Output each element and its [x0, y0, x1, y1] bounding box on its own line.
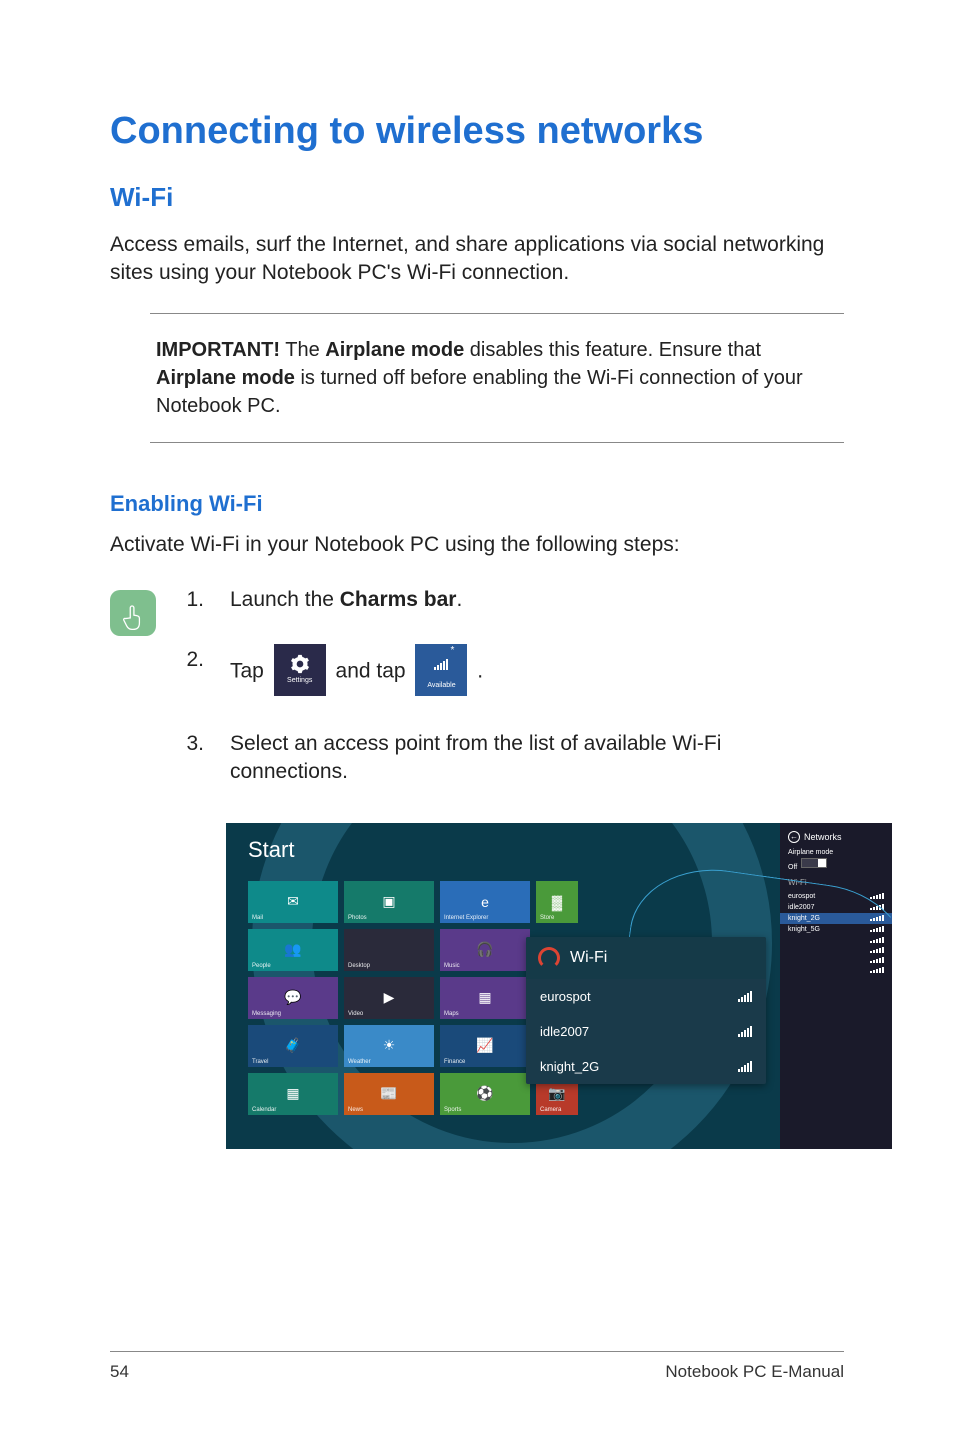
important-label: IMPORTANT!: [156, 339, 280, 361]
important-callout: IMPORTANT! The Airplane mode disables th…: [150, 313, 844, 443]
tile-mail[interactable]: ✉Mail: [248, 881, 338, 923]
tile-people[interactable]: 👥People: [248, 929, 338, 971]
page-footer: 54 Notebook PC E-Manual: [110, 1351, 844, 1382]
start-label: Start: [248, 837, 294, 863]
tile-news[interactable]: 📰News: [344, 1073, 434, 1115]
important-part2: disables this feature. Ensure that: [464, 339, 761, 361]
step-1-part-c: .: [456, 588, 462, 611]
wifi-popup-callout: Wi-Fi eurospotidle2007knight_2G: [526, 937, 796, 1084]
tile-weather[interactable]: ☀Weather: [344, 1025, 434, 1067]
tile-maps[interactable]: ▦Maps: [440, 977, 530, 1019]
tile-video[interactable]: ▶Video: [344, 977, 434, 1019]
network-ap-eurospot[interactable]: eurospot: [788, 891, 884, 902]
wifi-popup: Wi-Fi eurospotidle2007knight_2G: [526, 937, 766, 1084]
wifi-popup-title: Wi-Fi: [570, 949, 607, 967]
available-networks-tile[interactable]: Available: [415, 644, 467, 696]
step-1-part-a: Launch the: [230, 588, 340, 611]
intro-paragraph: Access emails, surf the Internet, and sh…: [110, 231, 844, 288]
step-3-text: Select an access point from the list of …: [230, 730, 844, 787]
tile-travel[interactable]: 🧳Travel: [248, 1025, 338, 1067]
important-part1: The: [280, 339, 325, 361]
step-1-number: 1.: [184, 586, 204, 614]
settings-charm-tile[interactable]: Settings: [274, 644, 326, 696]
step-2: 2. Tap Settings and tap Available .: [184, 646, 844, 698]
networks-header: ← Networks: [788, 831, 884, 843]
available-label: Available: [427, 681, 455, 690]
network-ap-item-7[interactable]: [788, 965, 884, 975]
tile-internet-explorer[interactable]: eInternet Explorer: [440, 881, 530, 923]
tile-store[interactable]: ▓Store: [536, 881, 578, 923]
popup-ap-knight_2G[interactable]: knight_2G: [526, 1049, 766, 1084]
wifi-popup-header: Wi-Fi: [526, 937, 766, 979]
headphone-icon: [538, 947, 560, 969]
tile-music[interactable]: 🎧Music: [440, 929, 530, 971]
network-ap-knight_2G[interactable]: knight_2G: [780, 913, 892, 924]
networks-title: Networks: [804, 832, 842, 842]
footer-title: Notebook PC E-Manual: [665, 1362, 844, 1382]
networks-panel[interactable]: ← Networks Airplane mode Off Wi-Fi euros…: [780, 823, 892, 1149]
step-3-number: 3.: [184, 730, 204, 758]
step-2-part-b: and tap: [336, 660, 412, 683]
touch-input-icon: [110, 590, 156, 636]
step-3: 3. Select an access point from the list …: [184, 730, 844, 787]
important-bold1: Airplane mode: [325, 339, 464, 361]
network-ap-idle2007[interactable]: idle2007: [788, 902, 884, 913]
airplane-mode-toggle[interactable]: [801, 858, 827, 868]
network-ap-knight_5G[interactable]: knight_5G: [788, 924, 884, 935]
step-2-number: 2.: [184, 646, 204, 674]
back-icon[interactable]: ←: [788, 831, 800, 843]
tile-finance[interactable]: 📈Finance: [440, 1025, 530, 1067]
important-bold2: Airplane mode: [156, 367, 295, 389]
signal-star-icon: [434, 650, 448, 678]
tile-calendar[interactable]: ▦Calendar: [248, 1073, 338, 1115]
page-title: Connecting to wireless networks: [110, 110, 844, 154]
section-heading: Wi-Fi: [110, 182, 844, 213]
wifi-section-label: Wi-Fi: [788, 878, 884, 887]
step-1: 1. Launch the Charms bar.: [184, 586, 844, 614]
network-ap-item-4[interactable]: [788, 935, 884, 945]
gear-icon: [290, 654, 310, 674]
tile-messaging[interactable]: 💬Messaging: [248, 977, 338, 1019]
step-2-part-c: .: [477, 660, 483, 683]
subsection-heading: Enabling Wi-Fi: [110, 491, 844, 517]
tile-desktop[interactable]: Desktop: [344, 929, 434, 971]
network-ap-item-6[interactable]: [788, 955, 884, 965]
important-text: IMPORTANT! The Airplane mode disables th…: [150, 336, 844, 420]
airplane-mode-label: Airplane mode: [788, 849, 884, 856]
wifi-screenshot: Start ✉Mail▣PhotoseInternet Explorer▓Sto…: [226, 823, 892, 1149]
tile-photos[interactable]: ▣Photos: [344, 881, 434, 923]
page-number: 54: [110, 1362, 129, 1382]
popup-ap-eurospot[interactable]: eurospot: [526, 979, 766, 1014]
step-1-bold: Charms bar: [340, 588, 457, 611]
popup-ap-idle2007[interactable]: idle2007: [526, 1014, 766, 1049]
step-2-part-a: Tap: [230, 660, 270, 683]
airplane-mode-state: Off: [788, 864, 797, 871]
step-2-text: Tap Settings and tap Available .: [230, 646, 844, 698]
settings-label: Settings: [287, 676, 312, 685]
tile-sports[interactable]: ⚽Sports: [440, 1073, 530, 1115]
step-1-text: Launch the Charms bar.: [230, 586, 844, 614]
network-ap-item-5[interactable]: [788, 945, 884, 955]
lead-paragraph: Activate Wi-Fi in your Notebook PC using…: [110, 531, 844, 559]
